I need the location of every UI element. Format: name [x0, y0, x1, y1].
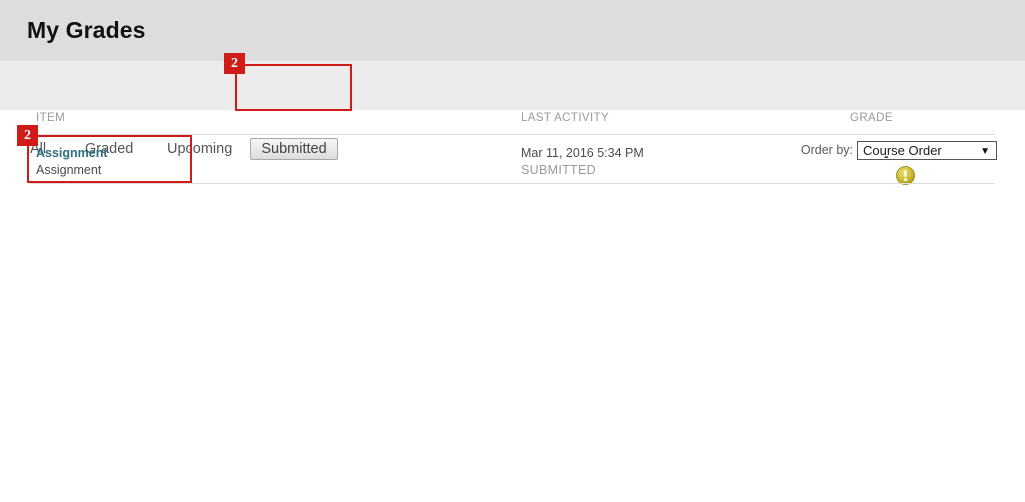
- page-title: My Grades: [27, 17, 146, 43]
- grade-value: -: [884, 148, 889, 164]
- last-activity-status: SUBMITTED: [521, 163, 596, 177]
- annotation-box-assignment-item: [27, 135, 192, 183]
- column-header-last-activity: LAST ACTIVITY: [521, 112, 610, 124]
- annotation-badge-2: 2: [17, 125, 38, 146]
- page-header: My Grades: [0, 0, 1025, 61]
- column-header-item: ITEM: [36, 112, 66, 124]
- filter-tab-bar: All Graded Upcoming Submitted Order by: …: [0, 61, 1025, 160]
- table-row-divider: [30, 183, 995, 184]
- column-header-grade: GRADE: [850, 112, 893, 124]
- last-activity-date: Mar 11, 2016 5:34 PM: [521, 146, 644, 160]
- annotation-box-submitted-tab: [235, 64, 352, 111]
- annotation-badge-1: 2: [224, 53, 245, 74]
